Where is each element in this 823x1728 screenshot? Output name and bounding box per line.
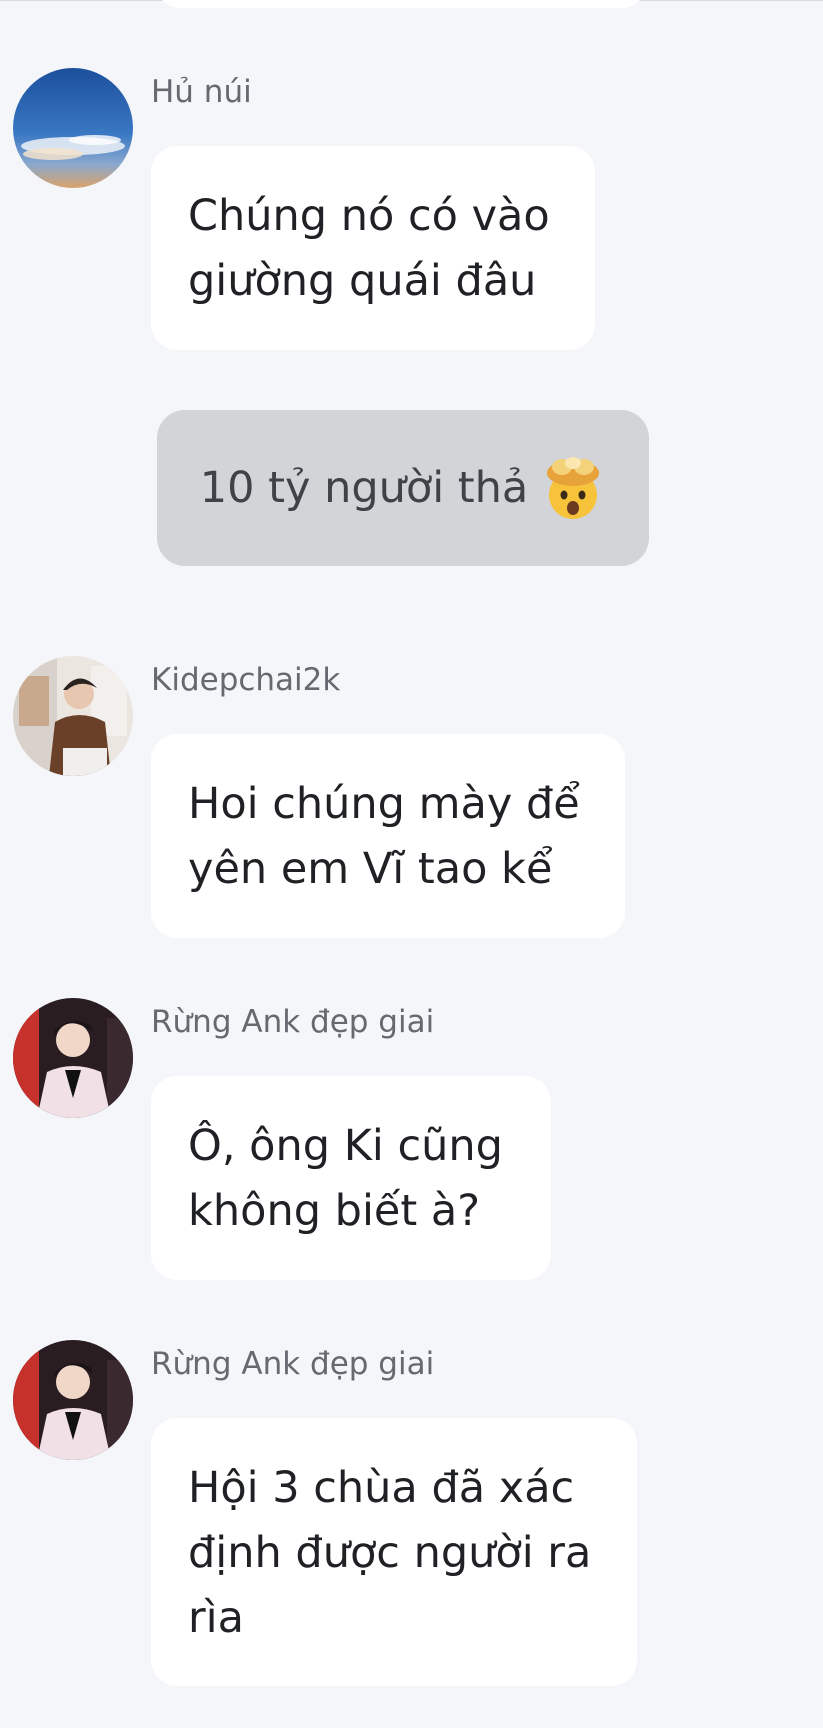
sender-name: Rừng Ank đẹp giai — [151, 1004, 435, 1040]
avatar-rung-ank-dep-giai[interactable] — [13, 998, 133, 1118]
avatar-rung-ank-dep-giai[interactable] — [13, 1340, 133, 1460]
message-text-line: Ô, ông Ki cũng — [188, 1121, 503, 1171]
message-bubble[interactable]: Ô, ông Ki cũng không biết à? — [151, 1076, 551, 1280]
reaction-notice: 10 tỷ người thả — [157, 410, 649, 566]
message-text-line: Hội 3 chùa đã xác — [188, 1463, 575, 1513]
message-text-line: Chúng nó có vào — [188, 191, 550, 241]
message-text-line: định được người ra — [188, 1528, 592, 1578]
message-bubble[interactable]: Hoi chúng mày để yên em Vĩ tao kể — [151, 734, 625, 938]
sender-name: Hủ núi — [151, 74, 252, 110]
message-text-line: yên em Vĩ tao kể — [188, 844, 553, 894]
message-bubble[interactable]: Hội 3 chùa đã xác định được người ra rìa — [151, 1418, 637, 1686]
person-avatar-image — [13, 656, 133, 776]
sender-name: Rừng Ank đẹp giai — [151, 1346, 435, 1382]
message-text-line: Hoi chúng mày để — [188, 779, 580, 829]
person-avatar-image — [13, 1340, 133, 1460]
message-text-line: không biết à? — [188, 1186, 481, 1236]
previous-message-bubble[interactable] — [156, 0, 646, 8]
reaction-notice-text: 10 tỷ người thả — [199, 463, 529, 513]
exploding-head-emoji-icon — [547, 457, 600, 519]
sender-name: Kidepchai2k — [151, 662, 341, 698]
avatar-hu-nui[interactable] — [13, 68, 133, 188]
message-bubble[interactable]: Chúng nó có vào giường quái đâu — [151, 146, 595, 350]
sky-avatar-image — [13, 68, 133, 188]
avatar-kidepchai2k[interactable] — [13, 656, 133, 776]
message-text-line: rìa — [188, 1593, 244, 1643]
person-avatar-image — [13, 998, 133, 1118]
message-text-line: giường quái đâu — [188, 256, 537, 306]
